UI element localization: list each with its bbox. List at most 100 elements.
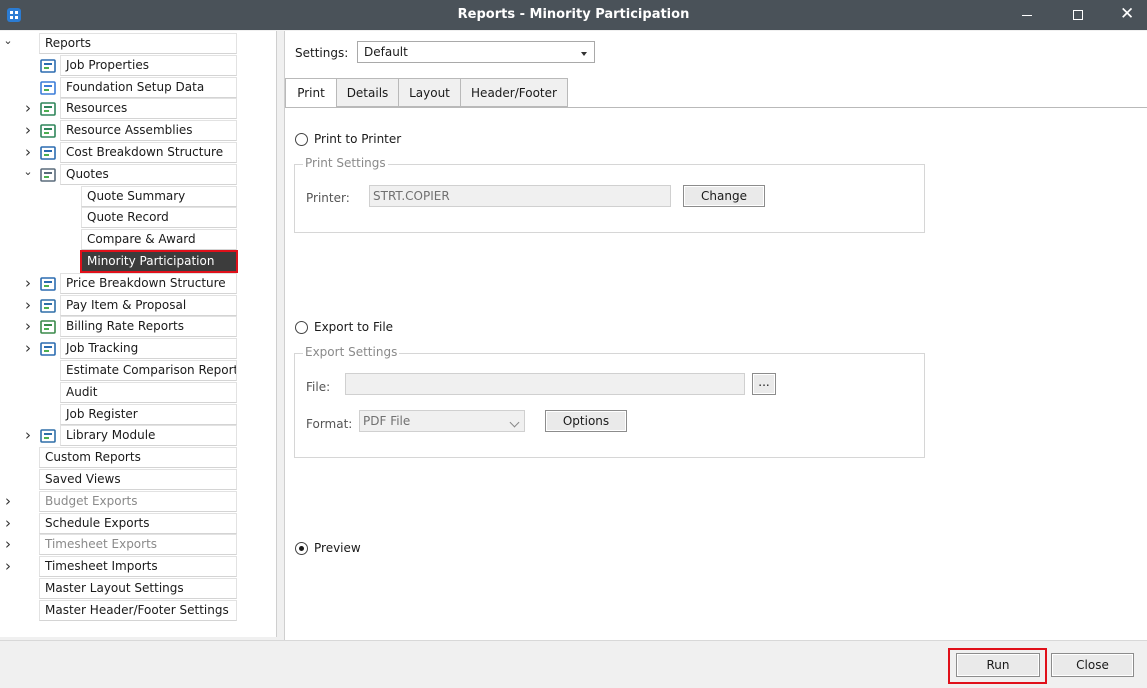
tree-item[interactable]: Quote Summary xyxy=(0,185,276,207)
price-breakdown-icon xyxy=(39,276,57,292)
chevron-down-icon xyxy=(509,417,520,428)
tree-item[interactable]: Custom Reports xyxy=(0,447,276,469)
tree-item-label: Quotes xyxy=(60,163,237,185)
tree-item[interactable]: Minority Participation xyxy=(0,250,276,273)
chevron-right-icon[interactable] xyxy=(22,295,34,316)
tree-item[interactable]: Timesheet Imports xyxy=(0,556,276,578)
preview-label: Preview xyxy=(314,541,361,555)
tree-item[interactable]: Audit xyxy=(0,381,276,403)
close-icon: ✕ xyxy=(1120,4,1135,24)
tree-item[interactable]: Library Module xyxy=(0,425,276,447)
tab-layout[interactable]: Layout xyxy=(398,78,461,107)
tab-print[interactable]: Print xyxy=(285,78,337,108)
tree-item[interactable]: Job Tracking xyxy=(0,338,276,360)
tree-item[interactable]: Master Layout Settings xyxy=(0,578,276,599)
tree-item[interactable]: Saved Views xyxy=(0,469,276,490)
tree-item[interactable]: Resources xyxy=(0,98,276,120)
dropdown-arrow-icon xyxy=(581,52,587,56)
tree-item-label: Timesheet Imports xyxy=(39,556,237,578)
format-dropdown: PDF File xyxy=(359,410,525,432)
tree-item-label: Library Module xyxy=(60,425,237,447)
chevron-right-icon[interactable] xyxy=(2,534,14,555)
tree-item[interactable]: Reports xyxy=(0,33,276,54)
tree-item-label: Foundation Setup Data xyxy=(60,76,237,98)
tab-header-footer[interactable]: Header/Footer xyxy=(460,78,568,107)
tree-item-label: Compare & Award xyxy=(81,229,237,251)
tree-item-label: Custom Reports xyxy=(39,447,237,469)
tree-item-label: Quote Summary xyxy=(81,185,237,207)
foundation-setup-icon xyxy=(39,80,57,96)
export-options-button[interactable]: Options xyxy=(545,410,627,432)
tree-item-label: Job Properties xyxy=(60,54,237,76)
tree-item[interactable]: Billing Rate Reports xyxy=(0,316,276,338)
settings-label: Settings: xyxy=(295,46,349,60)
chevron-right-icon[interactable] xyxy=(2,491,14,512)
chevron-right-icon[interactable] xyxy=(22,338,34,359)
print-to-printer-label: Print to Printer xyxy=(314,132,402,146)
tree-item[interactable]: Price Breakdown Structure xyxy=(0,272,276,294)
tree-item-label: Master Layout Settings xyxy=(39,578,237,599)
tree-item[interactable]: Schedule Exports xyxy=(0,512,276,534)
tree-item[interactable]: Pay Item & Proposal xyxy=(0,294,276,316)
chevron-right-icon[interactable] xyxy=(22,98,34,119)
maximize-button[interactable] xyxy=(1054,0,1100,30)
chevron-right-icon[interactable] xyxy=(2,513,14,534)
tree-item[interactable]: Master Header/Footer Settings xyxy=(0,599,276,621)
chevron-right-icon[interactable] xyxy=(2,556,14,577)
billing-rate-icon xyxy=(39,319,57,335)
window-title: Reports - Minority Participation xyxy=(457,7,690,22)
tree-item-label: Schedule Exports xyxy=(39,512,237,534)
print-to-printer-radio[interactable] xyxy=(295,133,308,146)
tree-item[interactable]: Budget Exports xyxy=(0,490,276,512)
pay-item-icon xyxy=(39,298,57,314)
file-path-field xyxy=(345,373,745,395)
format-label: Format: xyxy=(306,417,353,431)
tree-item-label: Billing Rate Reports xyxy=(60,316,237,338)
tab-details[interactable]: Details xyxy=(336,78,399,107)
tree-item[interactable]: Resource Assemblies xyxy=(0,120,276,142)
tree-item[interactable]: Cost Breakdown Structure xyxy=(0,142,276,163)
tree-item[interactable]: Job Properties xyxy=(0,54,276,76)
settings-value: Default xyxy=(364,45,408,59)
tab-divider xyxy=(285,107,1147,108)
tree-item[interactable]: Job Register xyxy=(0,403,276,425)
tree-item[interactable]: Timesheet Exports xyxy=(0,534,276,556)
settings-dropdown[interactable]: Default xyxy=(357,41,595,63)
tree-item[interactable]: Estimate Comparison Report xyxy=(0,360,276,381)
chevron-down-icon[interactable] xyxy=(22,164,34,185)
job-properties-icon xyxy=(39,58,57,74)
chevron-right-icon[interactable] xyxy=(22,142,34,163)
export-to-file-radio[interactable] xyxy=(295,321,308,334)
tree-item-label: Resources xyxy=(60,98,237,120)
library-module-icon xyxy=(39,428,57,444)
job-tracking-icon xyxy=(39,341,57,357)
report-options-panel: Settings: Default Print Details Layout H… xyxy=(284,31,1147,640)
tree-item-label: Quote Record xyxy=(81,207,237,229)
tree-item[interactable]: Quote Record xyxy=(0,207,276,229)
tree-item-label: Minority Participation xyxy=(80,250,238,273)
tree-item[interactable]: Foundation Setup Data xyxy=(0,76,276,98)
cost-breakdown-icon xyxy=(39,145,57,161)
chevron-right-icon[interactable] xyxy=(22,120,34,141)
close-button[interactable]: Close xyxy=(1051,653,1134,677)
export-settings-group: Export Settings File: ... Format: PDF Fi… xyxy=(294,345,925,458)
run-button[interactable]: Run xyxy=(956,653,1040,677)
minimize-button[interactable] xyxy=(1004,0,1050,30)
chevron-right-icon[interactable] xyxy=(22,273,34,294)
file-label: File: xyxy=(306,380,331,394)
change-printer-button[interactable]: Change xyxy=(683,185,765,207)
chevron-right-icon[interactable] xyxy=(22,316,34,337)
chevron-right-icon[interactable] xyxy=(22,425,34,446)
tree-item-label: Resource Assemblies xyxy=(60,120,237,142)
export-to-file-label: Export to File xyxy=(314,320,394,334)
print-settings-group: Print Settings Printer: STRT.COPIER Chan… xyxy=(294,156,925,233)
tree-item[interactable]: Compare & Award xyxy=(0,229,276,251)
chevron-down-icon[interactable] xyxy=(2,33,14,54)
preview-radio[interactable] xyxy=(295,542,308,555)
tree-item-label: Reports xyxy=(39,33,237,54)
export-settings-title: Export Settings xyxy=(303,345,400,359)
tree-item[interactable]: Quotes xyxy=(0,163,276,185)
browse-file-button[interactable]: ... xyxy=(752,373,776,395)
close-window-button[interactable]: ✕ xyxy=(1104,0,1147,30)
tree-item-label: Cost Breakdown Structure xyxy=(60,142,237,163)
